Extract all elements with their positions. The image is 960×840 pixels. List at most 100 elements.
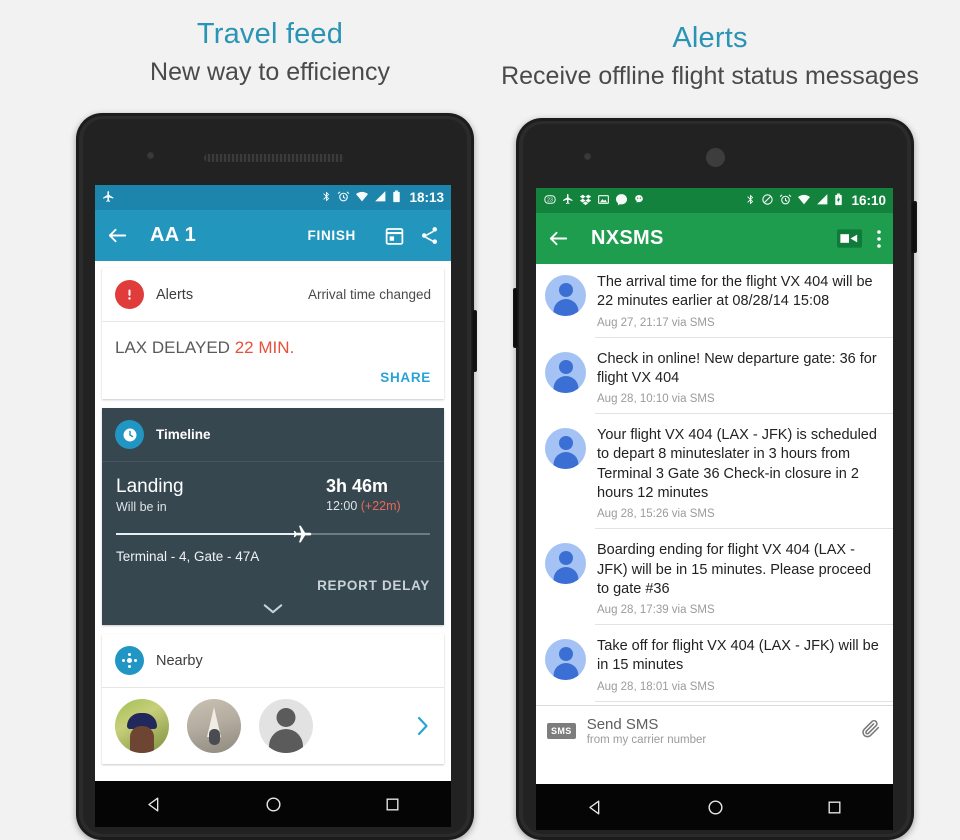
compose-subtitle: from my carrier number (586, 734, 707, 747)
app-icon (633, 193, 645, 209)
avatar-torso (553, 452, 578, 470)
svg-text:23: 23 (547, 197, 553, 203)
message-bubble: The arrival time for the flight VX 404 w… (595, 264, 893, 338)
chevron-right-icon[interactable] (414, 714, 431, 738)
right-phone-mockup: 23 16:10 NXSMS The arrival time for the … (513, 118, 917, 840)
avatar-torso (269, 729, 303, 753)
earpiece-speaker (204, 154, 344, 162)
left-phone-screen: 18:13 AA 1 FINISH Alerts Arrival time ch… (95, 185, 451, 823)
back-arrow-icon[interactable] (106, 224, 129, 247)
avatar[interactable] (187, 699, 241, 753)
nearby-card-header: Nearby (102, 634, 444, 688)
wifi-icon (797, 193, 811, 209)
nearby-hub-icon (115, 646, 144, 675)
back-triangle-icon[interactable] (586, 798, 605, 817)
timeline-arrival-time: 12:00 (326, 499, 361, 513)
timeline-duration: 3h 46m (326, 476, 389, 496)
signal-icon (816, 193, 829, 209)
message-text: The arrival time for the flight VX 404 w… (597, 274, 873, 310)
message-meta: Aug 28, 18:01 via SMS (597, 680, 715, 693)
sms-type-badge[interactable]: SMS (547, 723, 576, 740)
compose-input[interactable]: Send SMS from my carrier number (587, 716, 860, 746)
signal-icon (374, 190, 387, 206)
delay-message-prefix: LAX DELAYED (115, 338, 235, 357)
gate-info: Terminal - 4, Gate - 47A (116, 549, 260, 564)
travel-feed-card-list: Alerts Arrival time changed LAX DELAYED … (95, 261, 451, 764)
avatar-head (276, 708, 296, 727)
message-text: Check in online! New departure gate: 36 … (597, 350, 877, 386)
share-icon[interactable] (419, 225, 440, 246)
recents-square-icon[interactable] (826, 799, 843, 816)
timeline-delay: (+22m) (360, 499, 401, 513)
paperclip-icon[interactable] (860, 718, 882, 745)
home-circle-icon[interactable] (264, 795, 283, 814)
message-item[interactable]: Your flight VX 404 (LAX - JFK) is schedu… (536, 417, 893, 532)
left-panel-heading: Travel feed New way to efficiency (20, 18, 520, 87)
message-item[interactable]: The arrival time for the flight VX 404 w… (536, 264, 893, 341)
right-phone-volume-button[interactable] (513, 288, 518, 348)
overflow-menu-icon[interactable] (876, 228, 882, 250)
left-nav-bar (95, 781, 451, 827)
messenger-icon (615, 193, 628, 209)
message-item[interactable]: Boarding ending for flight VX 404 (LAX -… (536, 532, 893, 628)
avatar-torso (553, 375, 578, 393)
dropbox-icon (579, 193, 592, 209)
notification-count-icon: 23 (543, 193, 557, 209)
status-bar-clock: 16:10 (851, 193, 886, 208)
home-circle-icon[interactable] (706, 798, 725, 817)
right-panel-title: Alerts (672, 22, 748, 54)
clock-icon (115, 420, 144, 449)
back-arrow-icon[interactable] (547, 227, 570, 250)
alarm-icon (337, 190, 350, 206)
timeline-card-actions: REPORT DELAY (102, 564, 444, 599)
alerts-card-body: LAX DELAYED 22 MIN. (102, 322, 444, 363)
timeline-time-block: 3h 46m 12:00 (+22m) (326, 476, 430, 513)
front-camera-icon (146, 151, 155, 160)
report-delay-button[interactable]: REPORT DELAY (317, 578, 430, 593)
right-phone-screen: 23 16:10 NXSMS The arrival time for the … (536, 188, 893, 827)
avatar-head (558, 283, 573, 297)
message-meta: Aug 27, 21:17 via SMS (597, 316, 715, 329)
do-not-disturb-icon (761, 193, 774, 209)
avatar[interactable] (115, 699, 169, 753)
contact-avatar (545, 428, 586, 470)
calendar-icon[interactable] (384, 225, 405, 246)
timeline-event-block: Landing Will be in (116, 476, 184, 514)
bluetooth-icon (745, 193, 756, 209)
message-item[interactable]: Take off for flight VX 404 (LAX - JFK) w… (536, 628, 893, 705)
finish-button[interactable]: FINISH (308, 228, 356, 243)
left-panel-title: Travel feed (196, 18, 344, 50)
left-phone-side-button[interactable] (472, 310, 477, 372)
nearby-card[interactable]: Nearby (102, 634, 444, 764)
front-camera-icon (583, 152, 592, 161)
recents-square-icon[interactable] (384, 796, 401, 813)
battery-charging-icon (834, 193, 843, 209)
share-button[interactable]: SHARE (380, 370, 431, 385)
timeline-card[interactable]: Timeline Landing Will be in 3h 46m 12:00… (102, 408, 444, 625)
compose-bar[interactable]: SMS Send SMS from my carrier number (536, 704, 893, 757)
right-nav-bar (536, 784, 893, 830)
avatar[interactable] (259, 699, 313, 753)
left-nav-bar-inner (95, 781, 451, 827)
battery-icon (392, 190, 401, 206)
message-list[interactable]: The arrival time for the flight VX 404 w… (536, 264, 893, 705)
left-phone-mockup: 18:13 AA 1 FINISH Alerts Arrival time ch… (76, 113, 477, 840)
video-camera-icon[interactable] (837, 229, 862, 248)
avatar-head (558, 647, 573, 662)
wifi-icon (355, 190, 369, 206)
back-triangle-icon[interactable] (145, 795, 164, 814)
avatar-head (558, 359, 573, 374)
delay-message-highlight: 22 MIN. (234, 338, 295, 357)
timeline-card-header: Timeline (102, 408, 444, 462)
avatar-torso (553, 663, 578, 681)
alerts-card[interactable]: Alerts Arrival time changed LAX DELAYED … (102, 268, 444, 399)
right-phone-power-button[interactable] (911, 201, 917, 253)
message-item[interactable]: Check in online! New departure gate: 36 … (536, 340, 893, 418)
left-app-bar: AA 1 FINISH (95, 210, 451, 261)
message-bubble: Take off for flight VX 404 (LAX - JFK) w… (595, 628, 893, 702)
chevron-down-icon[interactable] (102, 599, 444, 625)
message-text: Your flight VX 404 (LAX - JFK) is schedu… (597, 427, 877, 501)
flight-title: AA 1 (150, 224, 197, 246)
right-app-bar: NXSMS (536, 213, 893, 264)
right-panel-heading: Alerts Receive offline flight status mes… (470, 22, 950, 91)
